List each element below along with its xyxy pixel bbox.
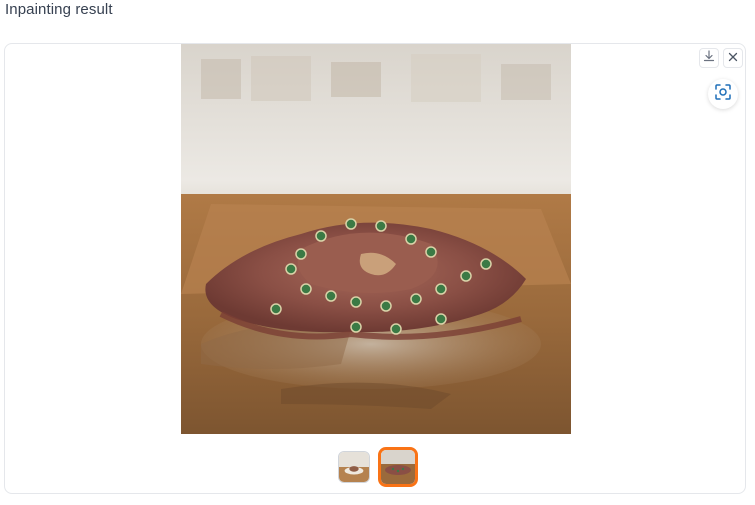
download-button[interactable]	[699, 48, 719, 68]
thumbnail-1[interactable]	[338, 451, 370, 483]
page: Inpainting result	[0, 0, 755, 505]
fullscreen-focus-icon	[714, 83, 732, 106]
section-title: Inpainting result	[5, 1, 113, 18]
fullscreen-button[interactable]	[708, 79, 738, 109]
download-icon	[703, 49, 715, 67]
thumbnail-strip	[338, 447, 418, 487]
close-icon	[728, 49, 738, 67]
inpainting-result-image[interactable]	[181, 44, 571, 434]
thumbnail-2-selected[interactable]	[378, 447, 418, 487]
image-gallery-panel	[4, 43, 746, 494]
close-button[interactable]	[723, 48, 743, 68]
